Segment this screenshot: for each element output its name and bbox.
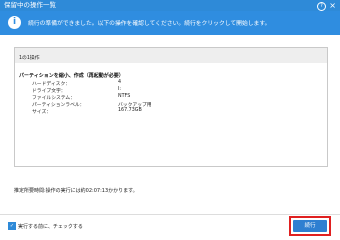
footer-divider bbox=[0, 214, 340, 215]
detail-label-filesystem: ファイルシステム： bbox=[32, 96, 76, 101]
estimated-time-text: 推定所要時間:操作の実行には約02:07:13かかります。 bbox=[14, 188, 138, 194]
close-icon[interactable]: × bbox=[329, 0, 336, 11]
detail-value-filesystem: NTFS bbox=[118, 94, 131, 99]
operation-count: 1の1操作 bbox=[19, 56, 40, 61]
info-icon: i bbox=[8, 16, 21, 29]
detail-label-partition-label: パーティションラベル： bbox=[32, 103, 85, 108]
operation-list-panel: 1の1操作 パーティションを縮小、作成（再起動が必要） ハードディスク： 4 ド… bbox=[14, 47, 328, 167]
detail-value-drive-letter: I: bbox=[118, 87, 122, 92]
operation-title: パーティションを縮小、作成（再起動が必要） bbox=[19, 73, 124, 79]
detail-value-disk: 4 bbox=[118, 80, 122, 85]
check-before-run-checkbox[interactable]: ✓ bbox=[8, 222, 16, 230]
detail-label-size: サイズ： bbox=[32, 110, 52, 115]
info-banner: i 続行の準備ができました。以下の操作を確認してください。続行をクリックして開始… bbox=[0, 11, 340, 35]
check-before-run-label[interactable]: 実行する前に、チェックする bbox=[18, 223, 83, 230]
help-icon[interactable]: ? bbox=[317, 1, 326, 11]
banner-message: 続行の準備ができました。以下の操作を確認してください。続行をクリックして開始しま… bbox=[28, 21, 271, 27]
run-button[interactable]: 続行 bbox=[293, 220, 327, 232]
detail-label-drive-letter: ドライブ文字： bbox=[32, 89, 66, 94]
detail-value-partition-label: バックアップ用 bbox=[118, 103, 152, 108]
detail-label-disk: ハードディスク： bbox=[32, 82, 71, 87]
detail-value-size: 167.73GB bbox=[118, 108, 142, 113]
panel-header bbox=[15, 48, 327, 63]
window-title: 保留中の操作一覧 bbox=[4, 1, 56, 9]
title-bar: 保留中の操作一覧 ? × bbox=[0, 0, 340, 11]
